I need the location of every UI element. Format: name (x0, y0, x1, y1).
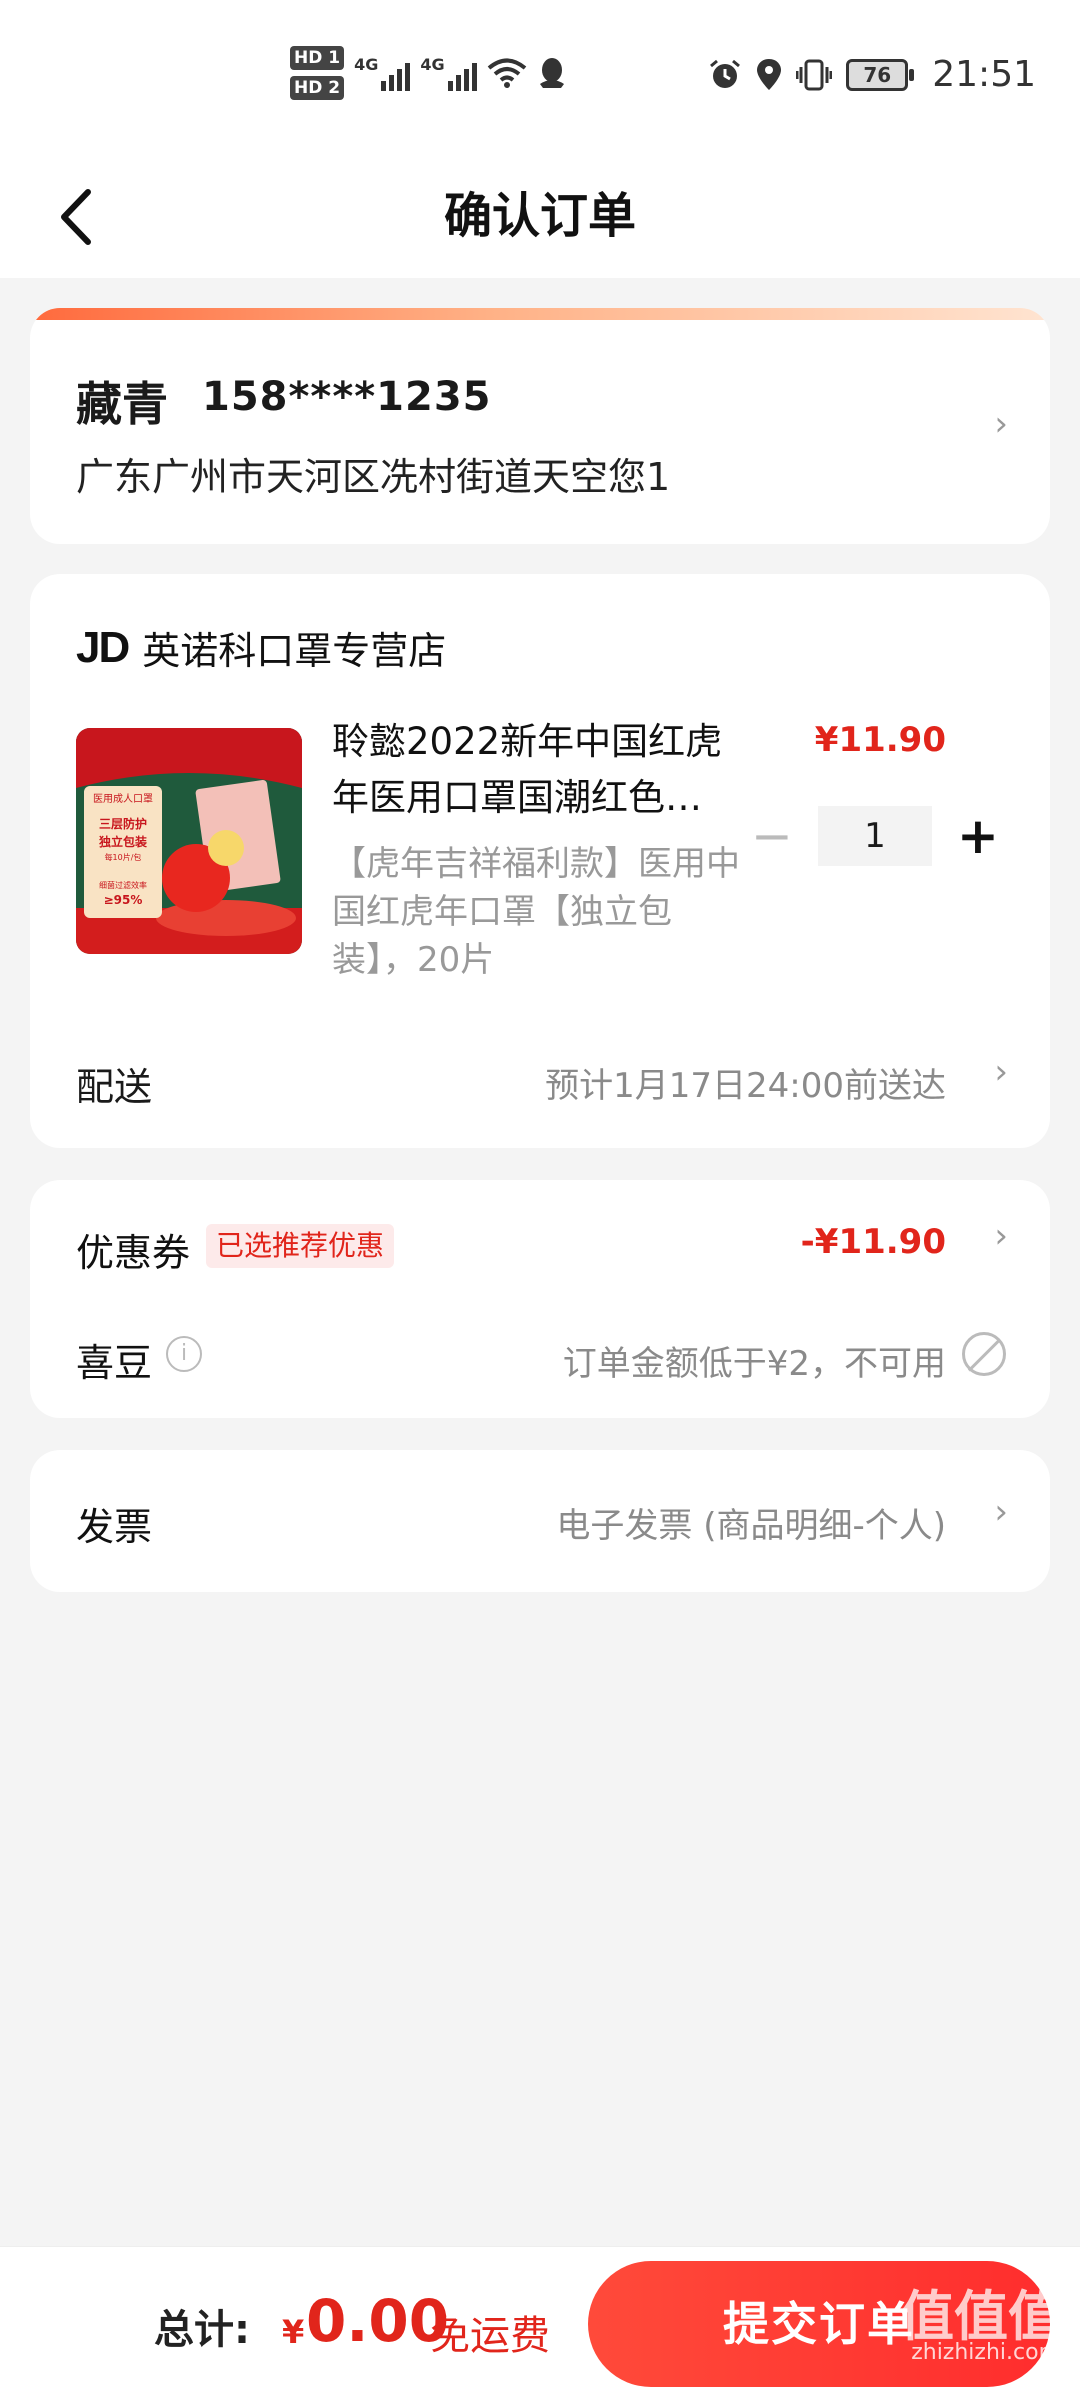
store-name: 英诺科口罩专营店 (142, 629, 447, 673)
shipping-label: 配送 (76, 1065, 153, 1109)
coupon-label: 优惠券 (76, 1231, 191, 1275)
address-stripe (30, 308, 1050, 320)
clock: 21:51 (932, 54, 1036, 95)
info-icon[interactable]: i (166, 1336, 202, 1372)
total-amount: 0.00 (306, 2287, 450, 2355)
discount-card: 优惠券 已选推荐优惠 -¥11.90 › 喜豆 i 订单金额低于¥2，不可用 (30, 1180, 1050, 1418)
address-card[interactable]: 藏青 158****1235 广东广州市天河区冼村街道天空您1 › (30, 308, 1050, 544)
svg-text:三层防护: 三层防护 (99, 816, 147, 831)
decrease-button[interactable]: − (742, 806, 802, 866)
chevron-right-icon: › (994, 404, 1008, 444)
chevron-right-icon: › (994, 1492, 1008, 1532)
product-title-line1: 聆懿2022新年中国红虎 (332, 720, 723, 763)
coupon-badge: 已选推荐优惠 (206, 1224, 395, 1268)
nav-header: 确认订单 (0, 160, 1080, 278)
page-title: 确认订单 (443, 188, 636, 244)
signal-icon-1: 4G (354, 55, 411, 91)
store-header[interactable]: JD 英诺科口罩专营店 (76, 620, 446, 675)
free-shipping-label: 免运费 (430, 2313, 550, 2359)
product-card: JD 英诺科口罩专营店 医用成人口罩 三层防护 独立包装 每10片/包 细菌过滤… (30, 574, 1050, 1148)
location-icon (757, 58, 782, 90)
coupon-value[interactable]: -¥11.90 (801, 1222, 946, 1262)
chevron-right-icon: › (994, 1052, 1008, 1092)
signal-icon-2: 4G (420, 55, 477, 91)
recipient-phone: 158****1235 (202, 374, 492, 420)
product-title[interactable]: 聆懿2022新年中国红虎 年医用口罩国潮红色… (332, 714, 762, 826)
quantity-stepper: − 1 + (742, 806, 1008, 866)
jd-logo: JD (76, 622, 130, 672)
battery-icon: 76 (846, 58, 915, 91)
status-right: 76 21:51 (708, 54, 1036, 95)
qq-icon (539, 58, 564, 88)
beans-status: 订单金额低于¥2，不可用 (562, 1344, 946, 1384)
svg-text:每10片/包: 每10片/包 (105, 852, 142, 862)
address-detail: 广东广州市天河区冼村街道天空您1 (76, 455, 671, 499)
product-thumbnail[interactable]: 医用成人口罩 三层防护 独立包装 每10片/包 细菌过滤效率 ≥95% (76, 728, 302, 954)
sim2-badge: HD 2 (290, 76, 345, 100)
invoice-value: 电子发票 (商品明细-个人) (556, 1506, 946, 1546)
invoice-label: 发票 (76, 1505, 153, 1549)
wifi-icon (487, 58, 526, 88)
increase-button[interactable]: + (948, 806, 1008, 866)
status-left: HD 1 HD 2 4G 4G (290, 46, 567, 100)
invoice-card[interactable]: 发票 电子发票 (商品明细-个人) › (30, 1450, 1050, 1592)
recipient-name: 藏青 (76, 377, 168, 431)
svg-text:≥95%: ≥95% (104, 893, 143, 907)
product-title-line2: 年医用口罩国潮红色… (332, 776, 702, 819)
watermark-text: zhizhizhi.com (911, 2340, 1060, 2365)
vibrate-icon (796, 59, 833, 90)
beans-label: 喜豆 (76, 1341, 153, 1385)
unavailable-icon (962, 1332, 1006, 1376)
product-spec: 【虎年吉祥福利款】医用中国红虎年口罩【独立包装】，20片 (332, 844, 740, 980)
alarm-icon (710, 59, 741, 88)
quantity-input[interactable]: 1 (818, 806, 932, 866)
thumb-text: 医用成人口罩 (93, 793, 153, 805)
svg-text:细菌过滤效率: 细菌过滤效率 (99, 880, 147, 890)
total-currency: ¥ (282, 2313, 305, 2351)
status-bar: HD 1 HD 2 4G 4G 76 21:51 (0, 0, 1080, 160)
sim1-badge: HD 1 (290, 46, 345, 70)
chevron-right-icon: › (994, 1216, 1008, 1256)
total-label: 总计: (154, 2307, 250, 2353)
shipping-estimate[interactable]: 预计1月17日24:00前送达 (545, 1058, 946, 1107)
product-price: ¥11.90 (814, 720, 946, 760)
svg-text:独立包装: 独立包装 (98, 834, 147, 849)
